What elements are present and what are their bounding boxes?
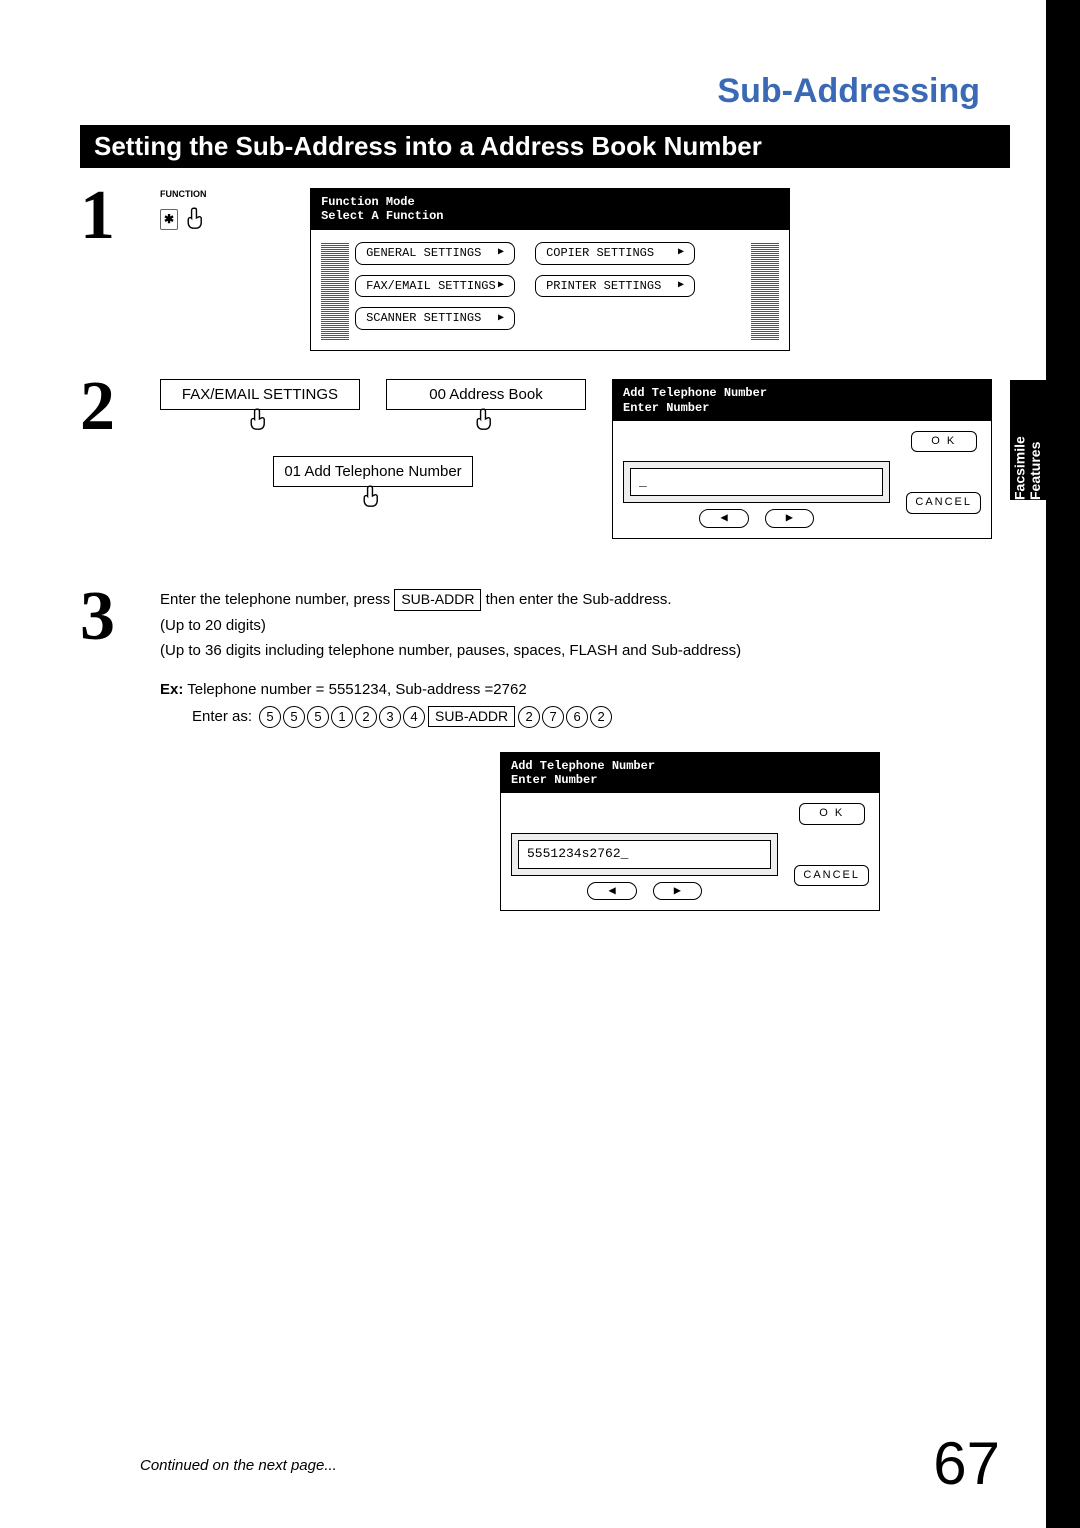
digit-key-2: 2: [518, 706, 540, 728]
finger-press-icon: [184, 205, 210, 235]
digit-key-5: 5: [283, 706, 305, 728]
lcd-stripe-right: [751, 242, 779, 340]
step-number-2: 2: [80, 379, 160, 435]
lcd-btn-printer-settings[interactable]: PRINTER SETTINGS▶: [535, 275, 695, 298]
chevron-right-icon: ▶: [678, 246, 684, 260]
lcd1-title-line2: Select A Function: [321, 209, 779, 223]
lcd-add-telephone-filled: Add Telephone Number Enter Number 555123…: [500, 752, 880, 912]
lcd3-input-value[interactable]: 5551234s2762_: [518, 840, 771, 868]
digit-key-1: 1: [331, 706, 353, 728]
step-number-3: 3: [80, 589, 160, 645]
lcd1-title-line1: Function Mode: [321, 195, 779, 209]
digit-key-2: 2: [355, 706, 377, 728]
section-title-bar: Setting the Sub-Address into a Address B…: [80, 125, 1010, 168]
lcd-input-area: _: [623, 461, 890, 503]
lcd2-title-line1: Add Telephone Number: [623, 386, 981, 400]
digit-key-4: 4: [403, 706, 425, 728]
digit-key-6: 6: [566, 706, 588, 728]
right-register-bar: [1046, 0, 1080, 1528]
lcd-input-area: 5551234s2762_: [511, 833, 778, 875]
lcd-cancel-button[interactable]: CANCEL: [906, 492, 981, 513]
finger-press-icon: [360, 483, 386, 515]
function-key-illustration: FUNCTION ✱: [160, 188, 210, 234]
chapter-title: Sub-Addressing: [80, 72, 1010, 111]
lcd-arrow-right-button[interactable]: ▶: [765, 509, 814, 528]
digit-key-3: 3: [379, 706, 401, 728]
step3-line2: (Up to 20 digits): [160, 615, 1010, 636]
digit-key-2: 2: [590, 706, 612, 728]
digit-key-5: 5: [307, 706, 329, 728]
enter-as-label: Enter as:: [192, 706, 252, 727]
chevron-right-icon: ▶: [498, 279, 504, 293]
lcd-btn-general-settings[interactable]: GENERAL SETTINGS▶: [355, 242, 515, 265]
digit-key-7: 7: [542, 706, 564, 728]
finger-press-icon: [247, 406, 273, 438]
chevron-right-icon: ▶: [678, 279, 684, 293]
chevron-right-icon: ▶: [498, 246, 504, 260]
asterisk-key-icon: ✱: [160, 209, 178, 230]
lcd2-input-value[interactable]: _: [630, 468, 883, 496]
step3-line1a: Enter the telephone number, press: [160, 591, 394, 608]
sub-addr-key-inline: SUB-ADDR: [428, 706, 515, 728]
step-number-1: 1: [80, 188, 160, 244]
enter-as-row: Enter as: 5551234 SUB-ADDR 2762: [160, 706, 1010, 728]
lcd-arrow-left-button[interactable]: ◀: [587, 882, 636, 901]
lcd3-title-line1: Add Telephone Number: [511, 759, 869, 773]
lcd-add-telephone-blank: Add Telephone Number Enter Number _ ◀ ▶: [612, 379, 992, 539]
finger-press-icon: [473, 406, 499, 438]
lcd-cancel-button[interactable]: CANCEL: [794, 865, 869, 886]
step-1: 1 FUNCTION ✱ Function Mode Select A Func: [80, 188, 1010, 351]
lcd2-title-line2: Enter Number: [623, 401, 981, 415]
lcd-function-mode: Function Mode Select A Function GENERAL …: [310, 188, 790, 351]
sub-addr-key: SUB-ADDR: [394, 589, 481, 611]
function-key-label: FUNCTION: [160, 188, 207, 201]
step-2: 2 FAX/EMAIL SETTINGS 00 Address Book: [80, 379, 1010, 539]
lcd-arrow-right-button[interactable]: ▶: [653, 882, 702, 901]
step-3: 3 Enter the telephone number, press SUB-…: [80, 589, 1010, 911]
lcd-arrow-left-button[interactable]: ◀: [699, 509, 748, 528]
lcd3-title-line2: Enter Number: [511, 773, 869, 787]
page-number: 67: [933, 1429, 1000, 1498]
lcd-btn-copier-settings[interactable]: COPIER SETTINGS▶: [535, 242, 695, 265]
continued-text: Continued on the next page...: [140, 1457, 337, 1474]
side-tab-label: Facsimile Features: [1013, 380, 1044, 500]
lcd-btn-scanner-settings[interactable]: SCANNER SETTINGS▶: [355, 307, 515, 330]
chevron-right-icon: ▶: [498, 312, 504, 326]
step3-line3: (Up to 36 digits including telephone num…: [160, 640, 1010, 661]
side-chapter-tab: Facsimile Features: [1010, 380, 1046, 500]
lcd-ok-button[interactable]: O K: [911, 431, 977, 452]
digit-key-5: 5: [259, 706, 281, 728]
step3-line1b: then enter the Sub-address.: [486, 591, 672, 608]
ex-text: Telephone number = 5551234, Sub-address …: [187, 681, 526, 698]
lcd-ok-button[interactable]: O K: [799, 803, 865, 824]
lcd-btn-faxemail-settings[interactable]: FAX/EMAIL SETTINGS▶: [355, 275, 515, 298]
ex-label: Ex:: [160, 681, 183, 698]
lcd-stripe-left: [321, 242, 349, 340]
